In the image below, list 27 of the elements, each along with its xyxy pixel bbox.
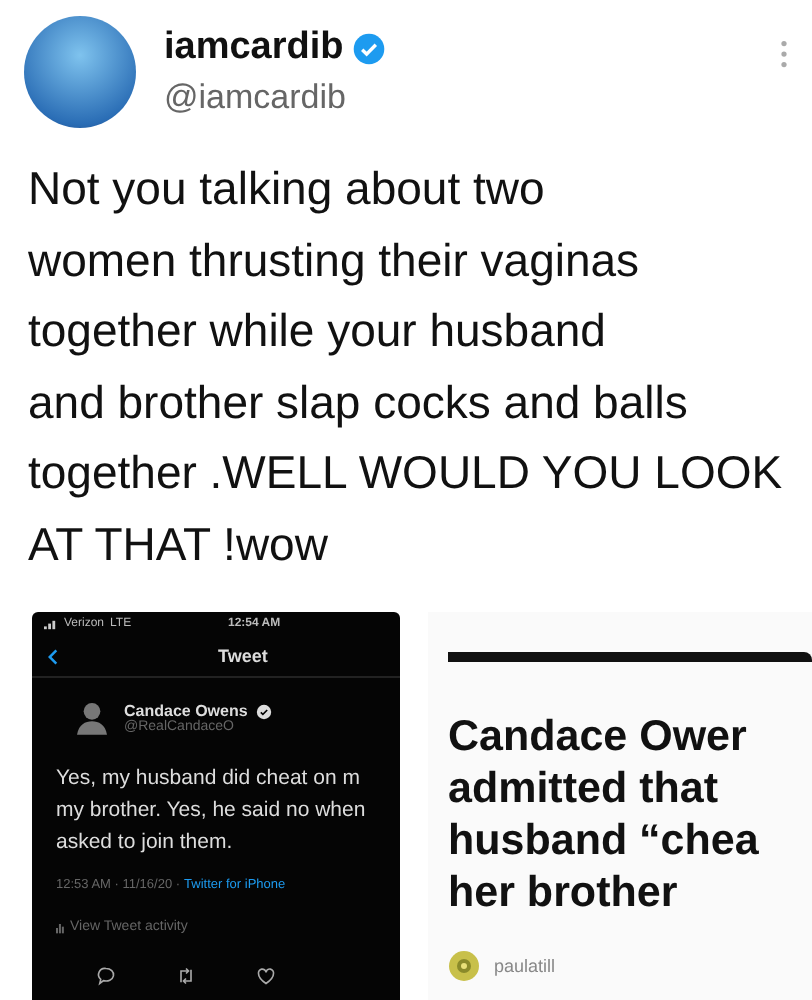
article-headline: admitted that <box>448 762 720 814</box>
article-card[interactable]: Candace Ower admitted that husband “chea her brother paulatill <box>428 612 812 1000</box>
tweet-text: together while your husband <box>28 302 608 360</box>
tweet-text: and brother slap cocks and balls <box>28 373 690 432</box>
tweet-text: together .WELL WOULD YOU LOOK <box>28 444 784 502</box>
article-headline: her brother <box>448 866 680 918</box>
author-name: Candace Owens <box>124 702 248 720</box>
article-author: paulatill <box>494 956 556 976</box>
screen-title: Tweet <box>218 646 268 666</box>
tweet-text: asked to join them. <box>56 828 235 858</box>
author-handle: @iamcardib <box>164 78 348 118</box>
signal-icon <box>44 619 58 629</box>
author-avatar-icon <box>448 950 480 982</box>
tweet-text: Not you talking about two <box>28 160 547 218</box>
tweet-text: women thrusting their vaginas <box>28 231 642 290</box>
avatar-silhouette <box>72 698 112 738</box>
tweet-text: my brother. Yes, he said no when <box>56 796 368 826</box>
reply-icon[interactable] <box>96 966 116 986</box>
tweet-text: Yes, my husband did cheat on m <box>56 764 362 794</box>
back-icon[interactable] <box>48 647 58 665</box>
article-headline: Candace Ower <box>448 710 749 762</box>
retweet-icon[interactable] <box>176 966 196 986</box>
article-headline: husband “chea <box>448 814 761 866</box>
chart-icon <box>56 921 64 933</box>
author-name[interactable]: iamcardib <box>164 26 344 70</box>
like-icon[interactable] <box>256 966 276 986</box>
tweet-text: AT THAT !wow <box>28 515 330 573</box>
